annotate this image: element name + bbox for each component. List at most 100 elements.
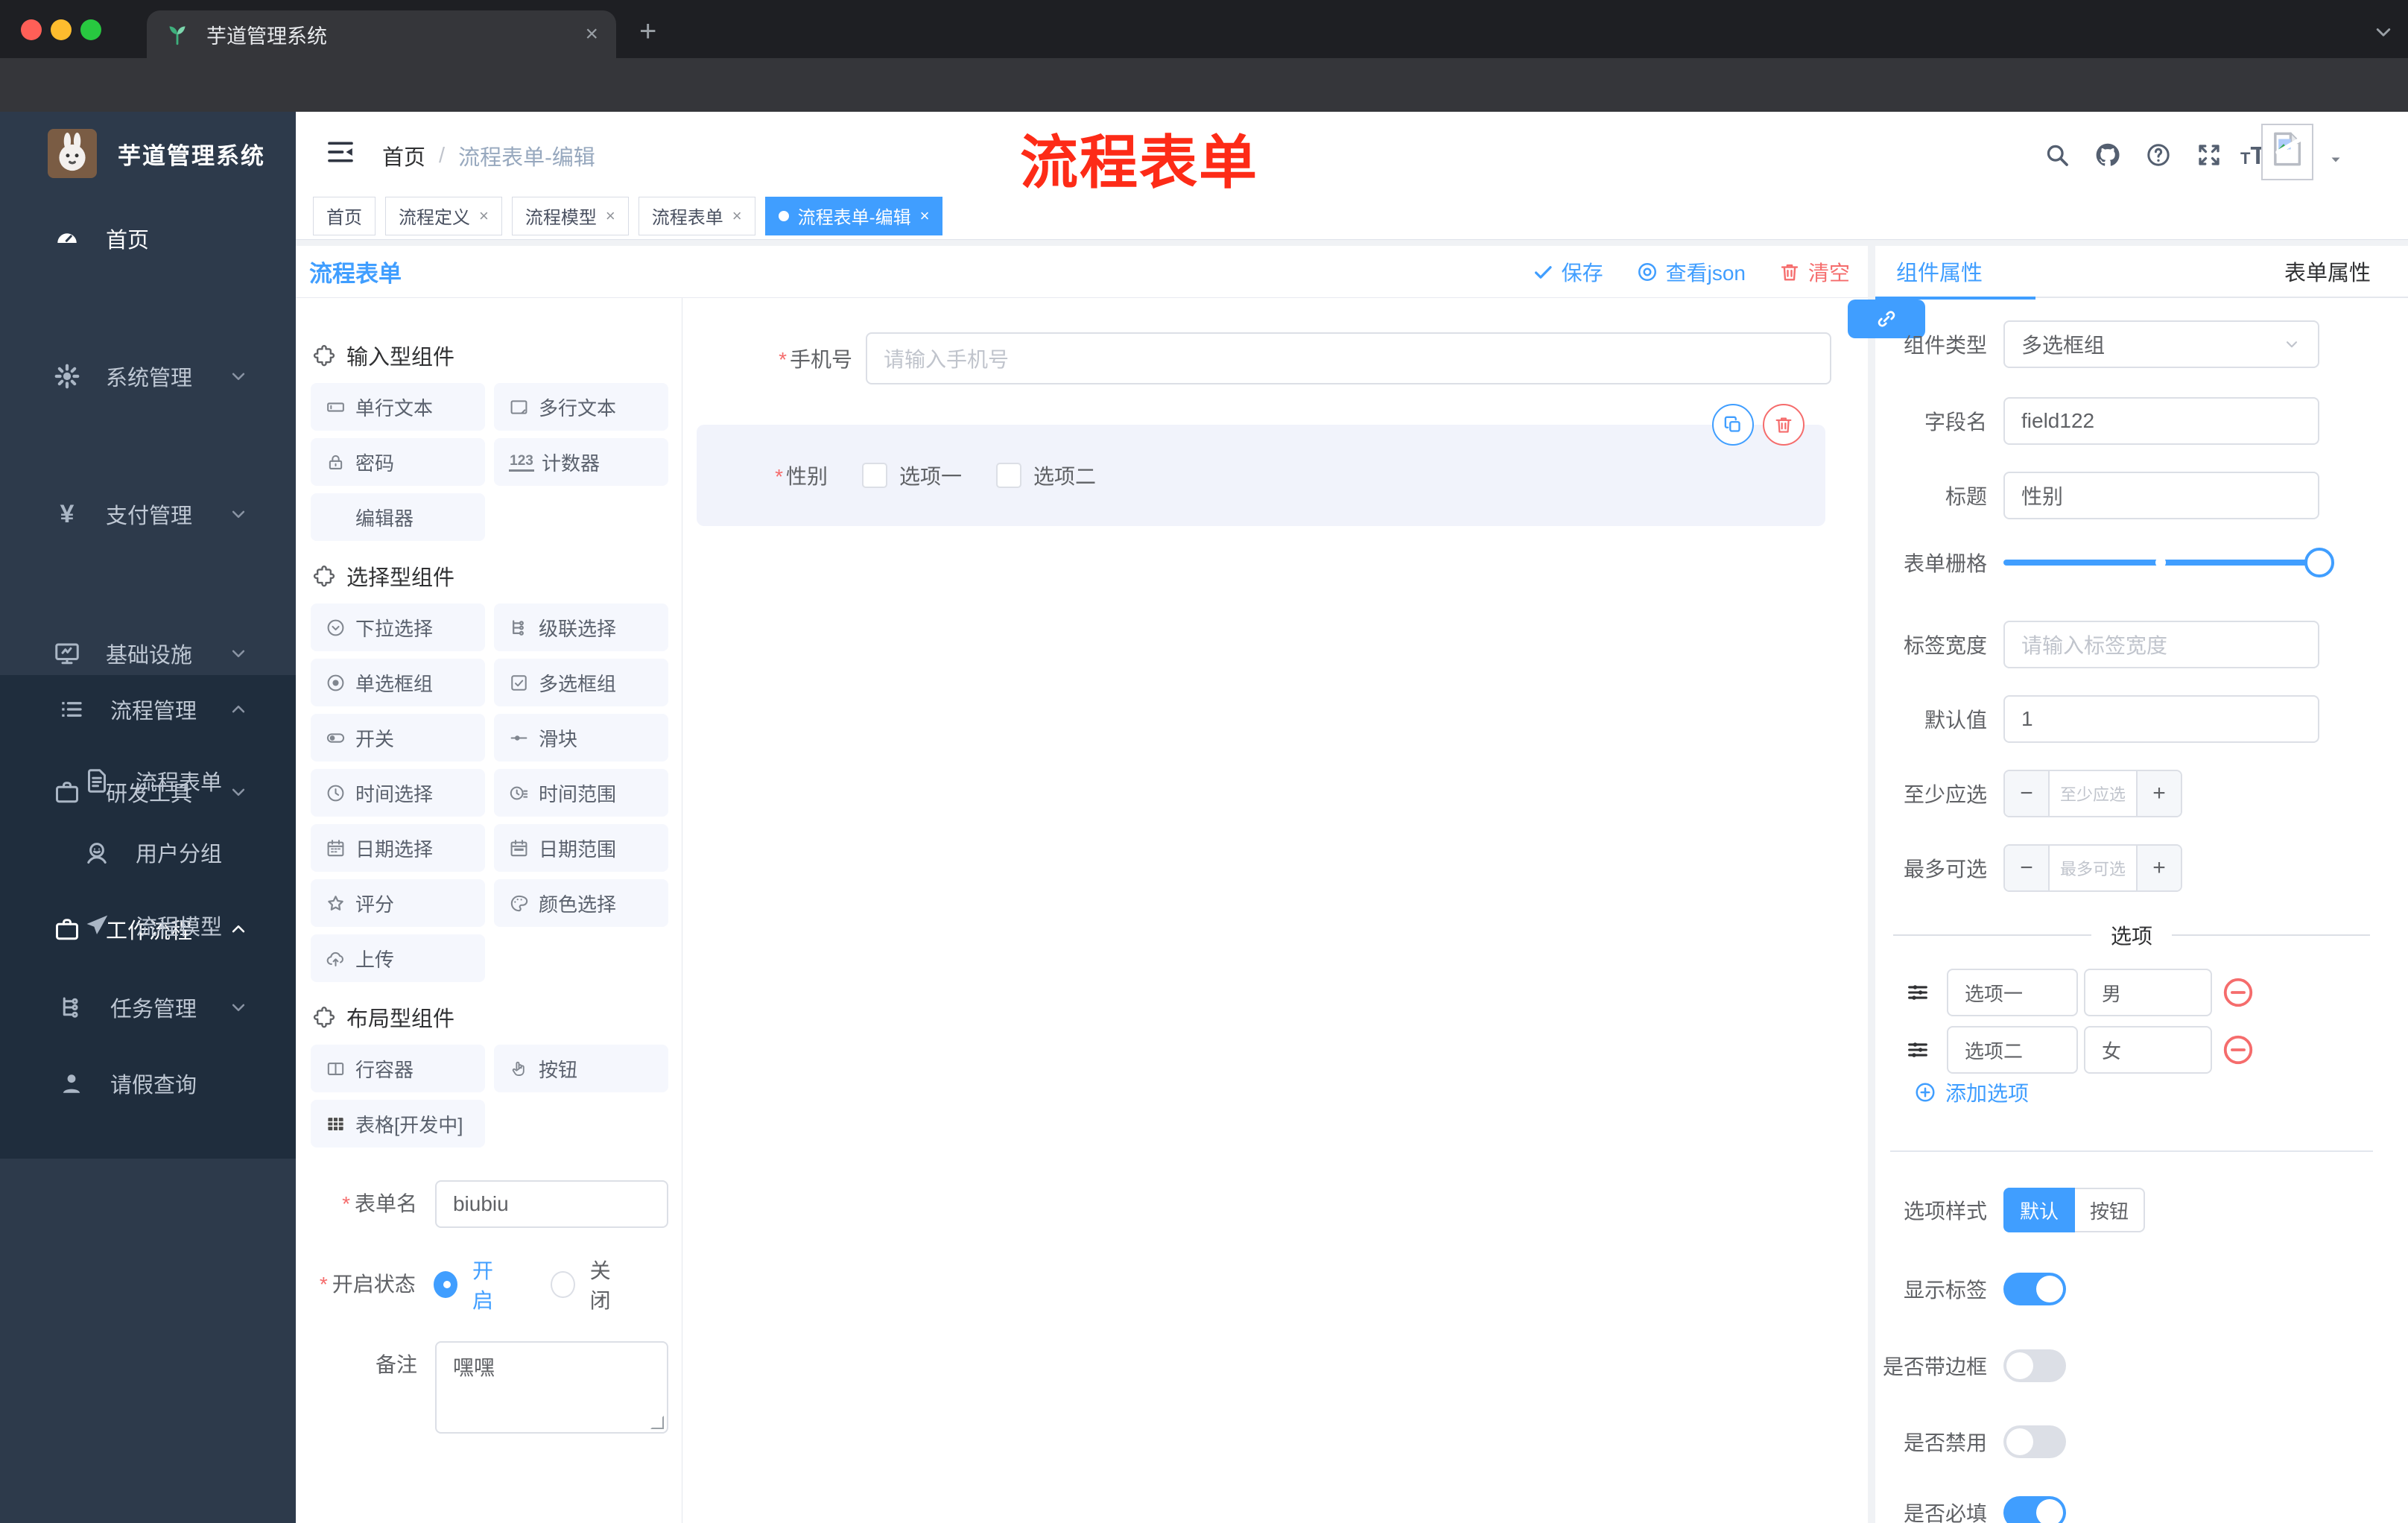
form-remark-textarea[interactable]: 嘿嘿 (434, 1341, 668, 1434)
sidebar-item-请假查询[interactable]: 请假查询 (0, 1042, 296, 1124)
status-on-radio[interactable] (433, 1271, 457, 1298)
tab-close-icon[interactable]: × (585, 22, 598, 47)
component-item-表格[开发中][interactable]: 表格[开发中] (311, 1100, 485, 1147)
plus-button[interactable]: + (2136, 771, 2181, 816)
minus-button[interactable]: − (2005, 846, 2050, 890)
window-minimize-button[interactable] (51, 19, 72, 40)
component-item-下拉选择[interactable]: 下拉选择 (311, 604, 485, 651)
view-json-button[interactable]: 查看json (1636, 257, 1746, 287)
drag-handle-icon[interactable] (1905, 980, 1930, 1005)
title-input[interactable]: 性别 (2003, 472, 2319, 519)
component-item-级联选择[interactable]: 级联选择 (494, 604, 668, 651)
component-item-按钮[interactable]: 按钮 (494, 1045, 668, 1092)
tab-component-props[interactable]: 组件属性 (1896, 256, 1983, 287)
tag-tab-流程表单[interactable]: 流程表单 × (638, 196, 755, 235)
component-item-单选框组[interactable]: 单选框组 (311, 659, 485, 706)
style-option-按钮[interactable]: 按钮 (2075, 1188, 2146, 1232)
tag-tab-流程定义[interactable]: 流程定义 × (385, 196, 502, 235)
toggle-是否必填[interactable] (2003, 1496, 2066, 1523)
component-item-单行文本[interactable]: 单行文本 (311, 383, 485, 431)
gender-option1-checkbox[interactable] (862, 463, 887, 488)
remove-option-icon[interactable] (2221, 1033, 2255, 1067)
window-zoom-button[interactable] (80, 19, 101, 40)
form-canvas[interactable]: * 手机号 请输入手机号 * 性别 选项一 选项二 (682, 298, 1868, 1523)
component-item-日期选择[interactable]: 日期选择 (311, 824, 485, 872)
component-item-计数器[interactable]: 123 计数器 (494, 438, 668, 486)
component-item-多选框组[interactable]: 多选框组 (494, 659, 668, 706)
new-tab-button[interactable]: + (639, 16, 656, 46)
max-select-input[interactable]: 最多可选 (2050, 846, 2136, 890)
tab-form-props[interactable]: 表单属性 (2284, 256, 2371, 287)
save-button[interactable]: 保存 (1532, 257, 1603, 287)
sidebar-item-用户分组[interactable]: 用户分组 (0, 816, 296, 889)
sidebar-item-流程管理[interactable]: 流程管理 (0, 668, 296, 750)
sidebar-item-支付管理[interactable]: ¥ 支付管理 (0, 473, 296, 555)
status-off-radio[interactable] (551, 1271, 575, 1298)
tag-close-icon[interactable]: × (479, 206, 489, 226)
gender-option1-label[interactable]: 选项一 (899, 460, 962, 490)
option-label-input[interactable]: 选项一 (1947, 969, 2078, 1016)
component-item-密码[interactable]: 密码 (311, 438, 485, 486)
search-icon[interactable] (2044, 142, 2070, 168)
label-width-input[interactable]: 请输入标签宽度 (2003, 621, 2319, 668)
browser-tab[interactable]: 芋道管理系统 × (147, 10, 616, 58)
option-value-input[interactable]: 女 (2084, 1026, 2212, 1074)
phone-input[interactable]: 请输入手机号 (866, 332, 1831, 384)
toggle-是否禁用[interactable] (2003, 1425, 2066, 1458)
plus-button[interactable]: + (2136, 846, 2181, 890)
minus-button[interactable]: − (2005, 771, 2050, 816)
window-close-button[interactable] (21, 19, 42, 40)
option-label-input[interactable]: 选项二 (1947, 1026, 2078, 1074)
gender-option2-label[interactable]: 选项二 (1033, 460, 1096, 490)
default-value-input[interactable]: 1 (2003, 695, 2319, 743)
style-option-默认[interactable]: 默认 (2003, 1188, 2076, 1232)
component-item-上传[interactable]: 上传 (311, 934, 485, 982)
tag-close-icon[interactable]: × (606, 206, 615, 226)
sidebar-item-流程表单[interactable]: 流程表单 (0, 744, 296, 817)
clear-button[interactable]: 清空 (1778, 257, 1850, 287)
slider-handle[interactable] (2304, 548, 2334, 577)
tag-tab-流程模型[interactable]: 流程模型 × (511, 196, 629, 235)
toggle-是否带边框[interactable] (2003, 1349, 2066, 1382)
min-select-input[interactable]: 至少应选 (2050, 771, 2136, 816)
fullscreen-icon[interactable] (2196, 142, 2222, 168)
component-type-select[interactable]: 多选框组 (2003, 320, 2319, 368)
status-off-label[interactable]: 关闭 (590, 1255, 627, 1314)
tag-tab-首页[interactable]: 首页 (313, 196, 376, 235)
component-item-时间范围[interactable]: 时间范围 (494, 769, 668, 817)
user-avatar[interactable] (2261, 124, 2313, 180)
sidebar-collapse-icon[interactable] (326, 137, 355, 167)
breadcrumb-home[interactable]: 首页 (382, 140, 425, 171)
gender-option2-checkbox[interactable] (996, 463, 1022, 488)
component-item-时间选择[interactable]: 时间选择 (311, 769, 485, 817)
phone-field-widget[interactable]: * 手机号 请输入手机号 (682, 332, 1868, 384)
gender-widget-selected[interactable]: * 性别 选项一 选项二 (697, 404, 1825, 526)
component-item-颜色选择[interactable]: 颜色选择 (494, 879, 668, 927)
field-name-input[interactable]: field122 (2003, 397, 2319, 445)
add-option-button[interactable]: 添加选项 (1914, 1077, 2029, 1107)
component-item-编辑器[interactable]: 编辑器 (311, 493, 485, 541)
sidebar-brand[interactable]: 芋道管理系统 (0, 119, 296, 188)
tab-search-chevron-icon[interactable] (2371, 19, 2396, 45)
remove-option-icon[interactable] (2221, 975, 2255, 1010)
tag-tab-流程表单-编辑[interactable]: 流程表单-编辑 × (764, 196, 943, 235)
github-icon[interactable] (2094, 142, 2121, 168)
sidebar-item-系统管理[interactable]: 系统管理 (0, 335, 296, 417)
component-item-滑块[interactable]: 滑块 (494, 714, 668, 762)
help-icon[interactable] (2145, 142, 2172, 168)
option-value-input[interactable]: 男 (2084, 969, 2212, 1016)
widget-copy-button[interactable] (1712, 404, 1754, 446)
form-grid-slider[interactable] (2003, 548, 2334, 577)
widget-delete-button[interactable] (1763, 404, 1805, 446)
component-item-评分[interactable]: 评分 (311, 879, 485, 927)
component-item-开关[interactable]: 开关 (311, 714, 485, 762)
component-item-日期范围[interactable]: 日期范围 (494, 824, 668, 872)
toggle-显示标签[interactable] (2003, 1273, 2066, 1305)
component-item-多行文本[interactable]: 多行文本 (494, 383, 668, 431)
tag-close-icon[interactable]: × (732, 206, 742, 226)
sidebar-item-任务管理[interactable]: 任务管理 (0, 966, 296, 1048)
avatar-caret-down-icon[interactable] (2327, 151, 2345, 168)
form-name-input[interactable]: biubiu (434, 1180, 668, 1228)
component-item-行容器[interactable]: 行容器 (311, 1045, 485, 1092)
sidebar-item-首页[interactable]: 首页 (0, 197, 296, 279)
